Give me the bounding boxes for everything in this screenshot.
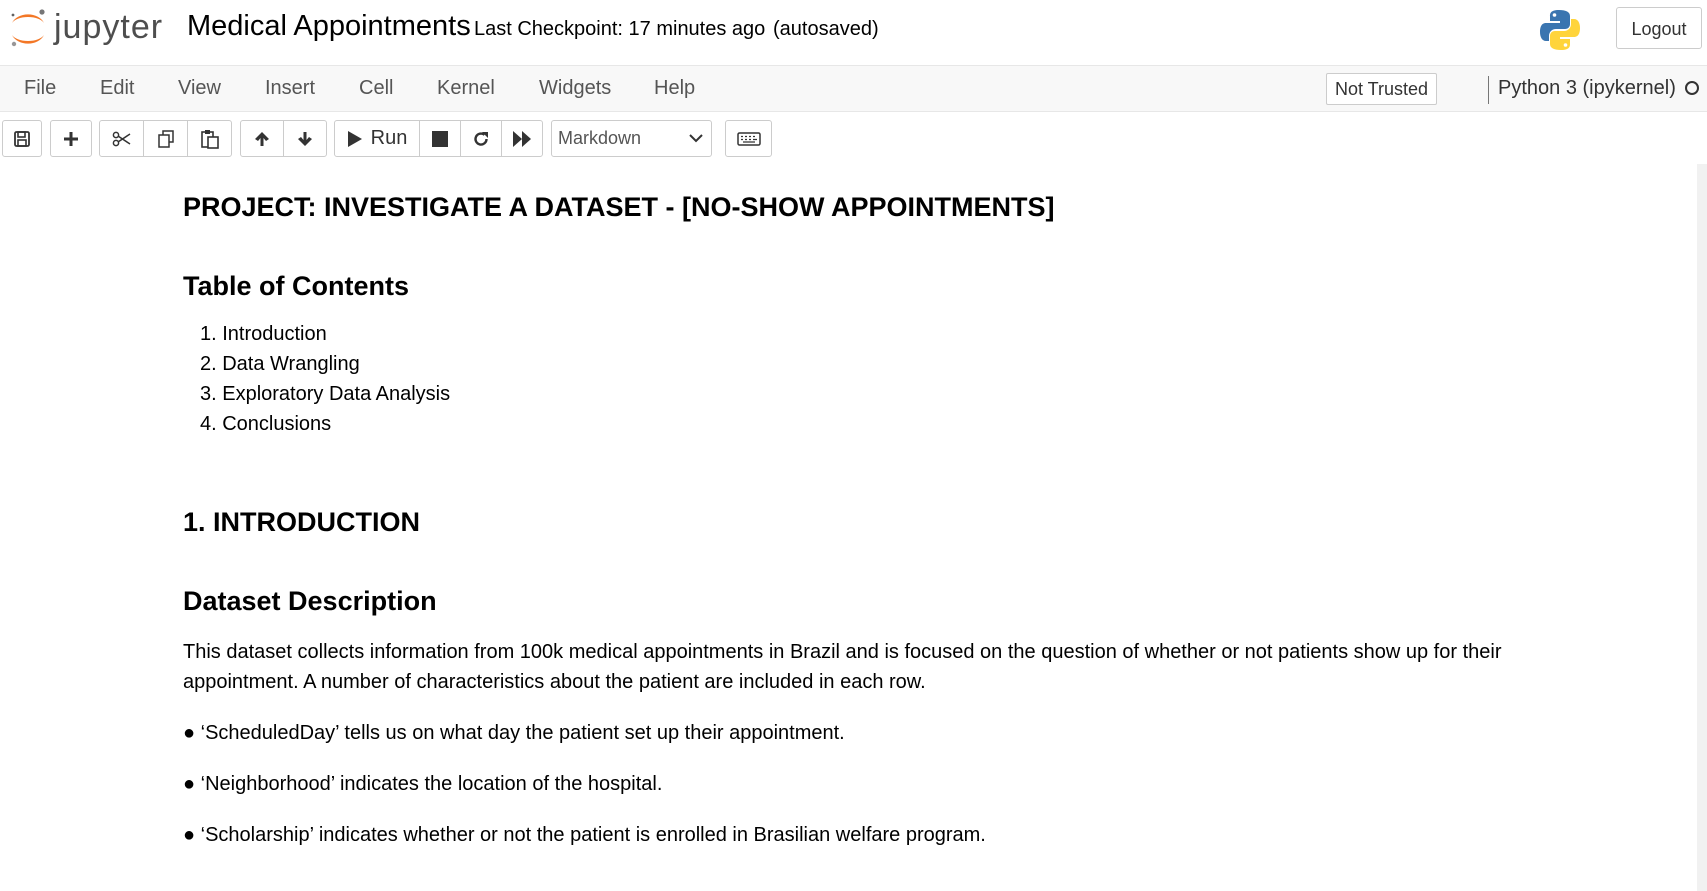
dataset-heading: Dataset Description xyxy=(183,586,437,616)
dataset-description: This dataset collects information from 1… xyxy=(183,641,1502,693)
notebook-title: PROJECT: INVESTIGATE A DATASET - [NO-SHO… xyxy=(183,192,1055,222)
copy-icon xyxy=(157,129,174,148)
restart-icon xyxy=(474,131,488,146)
plus-icon xyxy=(64,131,78,146)
interrupt-button[interactable] xyxy=(419,120,461,157)
chevron-down-icon xyxy=(689,134,703,143)
restart-button[interactable] xyxy=(460,120,502,157)
menu-edit[interactable]: Edit xyxy=(100,66,134,111)
move-down-button[interactable] xyxy=(283,120,327,157)
menu-widgets[interactable]: Widgets xyxy=(539,66,611,111)
toc-item-conclusions[interactable]: 4. Conclusions xyxy=(200,409,450,439)
checkpoint-status: Last Checkpoint: 17 minutes ago xyxy=(474,18,766,40)
fast-forward-icon xyxy=(513,130,531,147)
notebook-name[interactable]: Medical Appointments xyxy=(187,10,471,43)
python-logo-icon xyxy=(1540,10,1580,50)
run-label: Run xyxy=(370,127,408,149)
bullet-neighborhood: ● ‘Neighborhood’ indicates the location … xyxy=(183,773,663,795)
toc-list: 1. Introduction 2. Data Wrangling 3. Exp… xyxy=(200,319,450,439)
insert-cell-button[interactable] xyxy=(50,120,92,157)
menu-insert[interactable]: Insert xyxy=(265,66,315,111)
not-trusted-button[interactable]: Not Trusted xyxy=(1326,73,1438,105)
arrow-down-icon xyxy=(298,131,312,146)
scissors-icon xyxy=(112,131,130,146)
notebook-site[interactable]: PROJECT: INVESTIGATE A DATASET - [NO-SHO… xyxy=(0,164,1707,891)
notebook-page: PROJECT: INVESTIGATE A DATASET - [NO-SHO… xyxy=(0,164,1697,891)
bullet-scholarship: ● ‘Scholarship’ indicates whether or not… xyxy=(183,824,986,846)
cell-type-select[interactable]: Markdown xyxy=(551,120,712,157)
copy-button[interactable] xyxy=(143,120,188,157)
logout-button[interactable]: Logout xyxy=(1616,7,1702,49)
run-button[interactable]: Run xyxy=(334,120,420,157)
kernel-separator xyxy=(1488,76,1489,104)
toolbar: Run Markdown xyxy=(0,112,1707,164)
command-palette-button[interactable] xyxy=(725,120,772,157)
jupyter-logo-icon xyxy=(11,9,45,47)
arrow-up-icon xyxy=(255,131,269,146)
menu-kernel[interactable]: Kernel xyxy=(437,66,495,111)
scrollbar[interactable] xyxy=(1697,164,1707,891)
menu-cell[interactable]: Cell xyxy=(359,66,393,111)
bullet-scheduledday: ● ‘ScheduledDay’ tells us on what day th… xyxy=(183,722,845,744)
menu-view[interactable]: View xyxy=(178,66,221,111)
move-up-button[interactable] xyxy=(240,120,284,157)
toc-item-data-wrangling[interactable]: 2. Data Wrangling xyxy=(200,349,450,379)
paste-button[interactable] xyxy=(187,120,232,157)
autosave-status: (autosaved) xyxy=(773,18,879,40)
stop-icon xyxy=(432,130,448,147)
save-icon xyxy=(14,130,30,147)
menubar: File Edit View Insert Cell Kernel Widget… xyxy=(0,65,1707,112)
play-icon xyxy=(347,130,362,147)
toc-item-eda[interactable]: 3. Exploratory Data Analysis xyxy=(200,379,450,409)
menu-help[interactable]: Help xyxy=(654,66,695,111)
keyboard-icon xyxy=(736,131,761,146)
cell-type-value: Markdown xyxy=(558,128,642,148)
notebook-header: jupyter Medical Appointments Last Checkp… xyxy=(0,0,1707,64)
cut-button[interactable] xyxy=(99,120,144,157)
menu-file[interactable]: File xyxy=(24,66,56,111)
toc-item-introduction[interactable]: 1. Introduction xyxy=(200,319,450,349)
save-button[interactable] xyxy=(2,120,42,157)
kernel-name[interactable]: Python 3 (ipykernel) xyxy=(1498,66,1676,111)
jupyter-logo[interactable]: jupyter xyxy=(6,6,166,50)
jupyter-wordmark: jupyter xyxy=(54,8,164,46)
paste-icon xyxy=(200,129,219,149)
toc-heading: Table of Contents xyxy=(183,271,409,301)
introduction-heading: 1. INTRODUCTION xyxy=(183,507,421,537)
kernel-idle-icon xyxy=(1685,81,1699,95)
restart-run-all-button[interactable] xyxy=(501,120,543,157)
